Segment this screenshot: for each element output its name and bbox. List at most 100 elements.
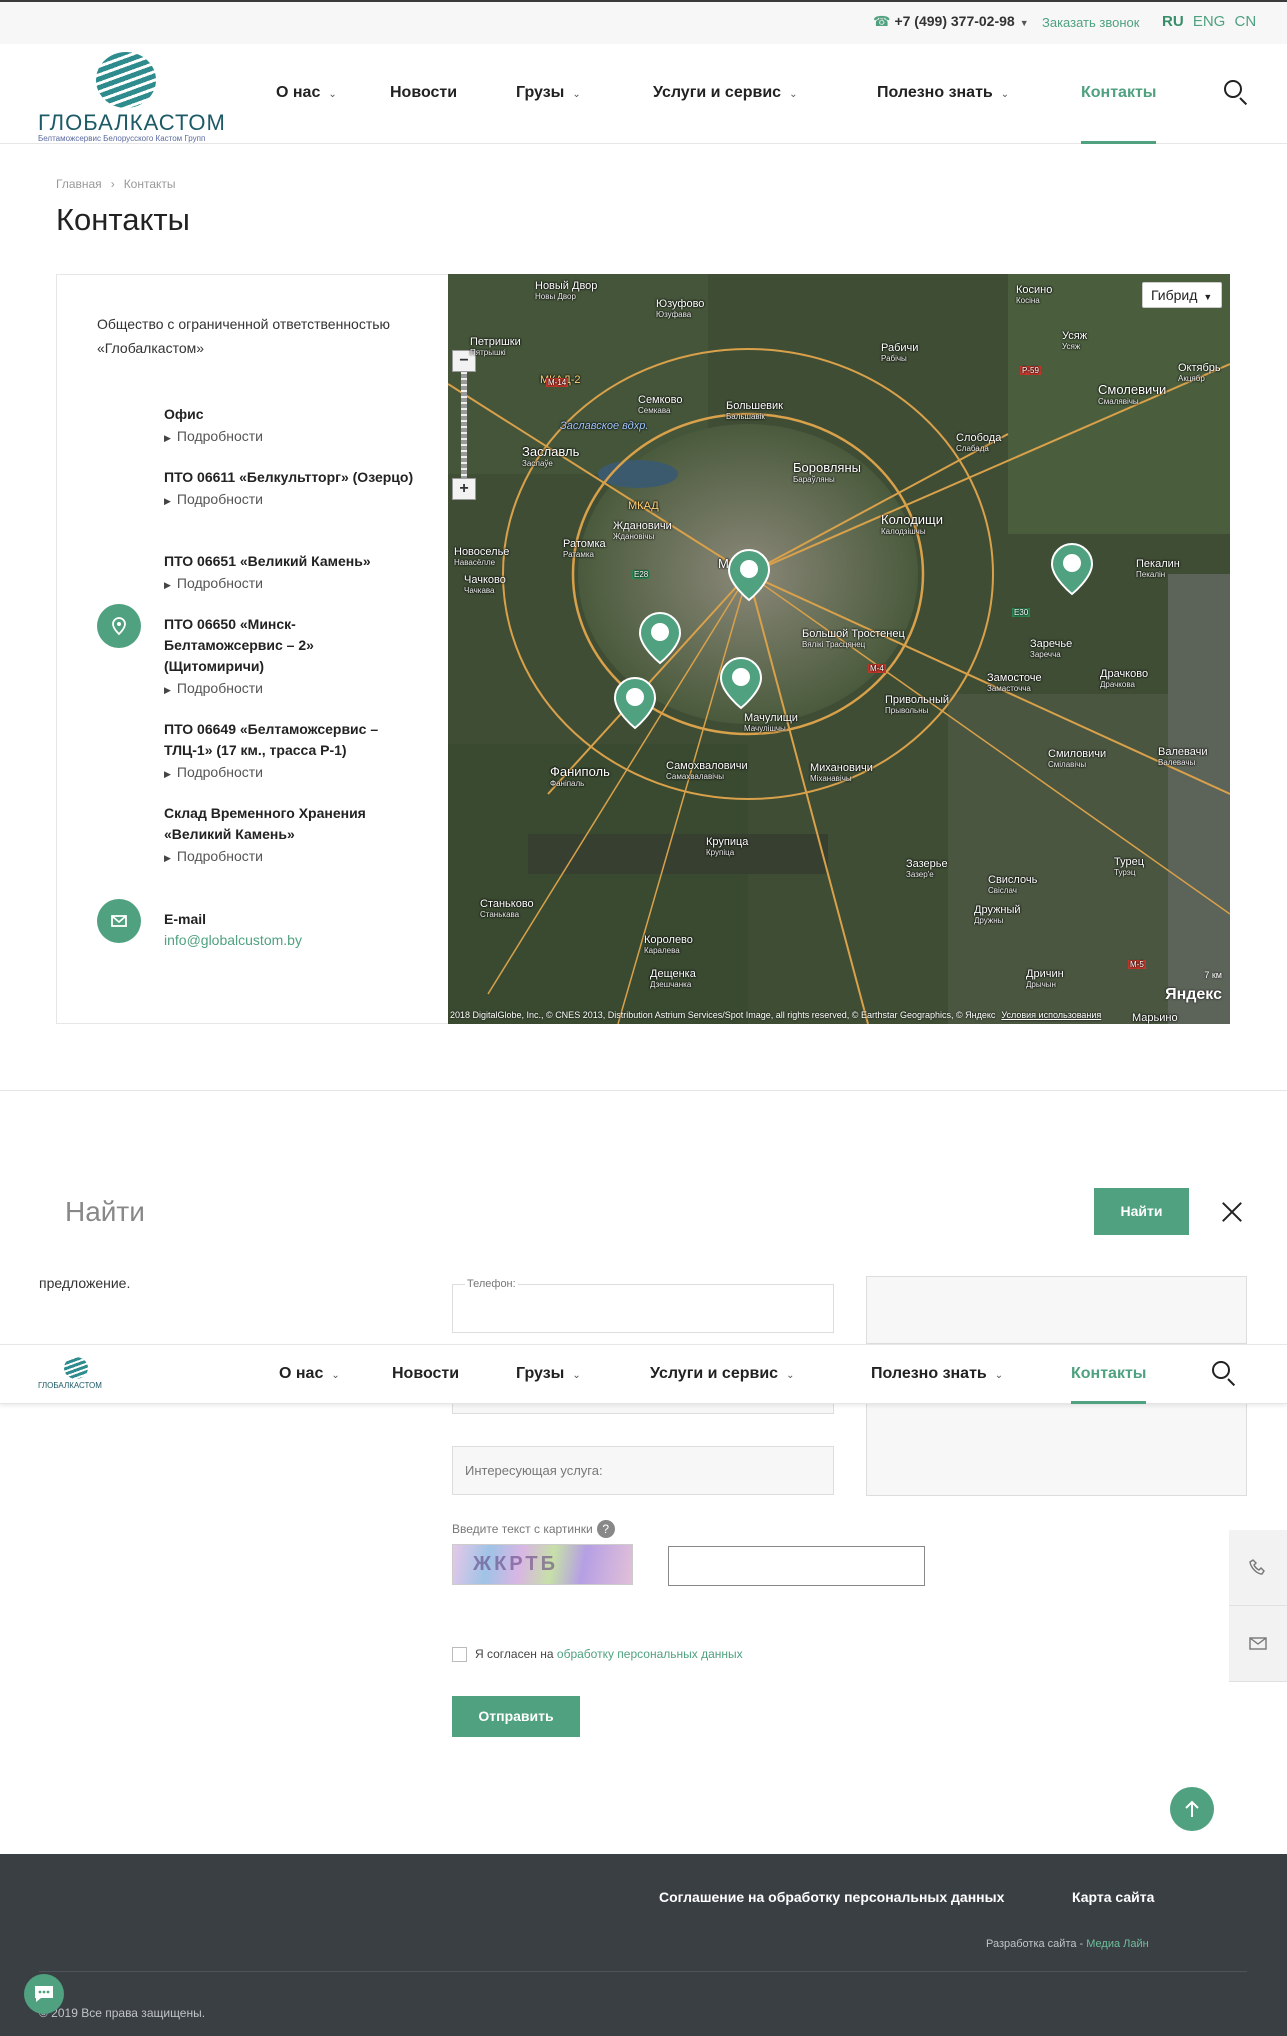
- nav-item-cargo[interactable]: Грузы ⌄: [516, 84, 581, 102]
- map-label: Валевачи Валевачы: [1158, 746, 1208, 767]
- chevron-right-icon: ›: [110, 177, 115, 191]
- map-placemark-icon[interactable]: [638, 611, 682, 665]
- search-input[interactable]: Найти: [65, 1196, 145, 1228]
- footer-divider: [39, 1971, 1247, 1972]
- message-textarea-lower[interactable]: [866, 1404, 1247, 1496]
- consent-link[interactable]: обработку персональных данных: [557, 1647, 743, 1661]
- map-placemark-icon[interactable]: [719, 656, 763, 710]
- sticky-logo[interactable]: ГЛОБАЛКАСТОМ: [38, 1357, 118, 1393]
- chevron-down-icon: ⌄: [786, 1370, 795, 1381]
- footer-agreement-link[interactable]: Соглашение на обработку персональных дан…: [659, 1889, 1004, 1905]
- sticky-header: ГЛОБАЛКАСТОМ О нас ⌄ Новости Грузы ⌄ Услуг…: [0, 1344, 1287, 1404]
- map-placemark-icon[interactable]: [727, 548, 771, 602]
- office-name[interactable]: ПТО 06611 «Белкультторг» (Озерцо): [164, 467, 414, 488]
- callback-widget[interactable]: [1229, 1530, 1287, 1606]
- details-label: Подробности: [176, 764, 263, 780]
- nav-item-label: О нас: [276, 84, 321, 101]
- map-label: Крупица Крупіца: [706, 836, 749, 857]
- search-button[interactable]: [1224, 80, 1250, 106]
- phone-field[interactable]: Телефон:: [452, 1278, 834, 1333]
- map-type-selector[interactable]: Гибрид ▼: [1142, 282, 1222, 308]
- map-label: Пекалин Пекалін: [1136, 558, 1180, 579]
- nav-item-services[interactable]: Услуги и сервис ⌄: [650, 1365, 794, 1383]
- office-item: ПТО 06649 «Белтаможсервис – ТЛЦ-1» (17 к…: [164, 719, 414, 784]
- nav-item-contacts[interactable]: Контакты: [1081, 84, 1156, 102]
- nav-item-about[interactable]: О нас ⌄: [279, 1365, 340, 1383]
- map-label: Дещенка Дзешчанка: [650, 968, 696, 989]
- yandex-logo[interactable]: Яндекс: [1165, 986, 1222, 1004]
- map-terms-link[interactable]: Условия использования: [1001, 1010, 1101, 1020]
- mail-icon: [97, 899, 141, 943]
- triangle-right-icon: ▶: [164, 685, 171, 695]
- search-button[interactable]: [1212, 1361, 1238, 1387]
- submit-button[interactable]: Отправить: [452, 1696, 580, 1737]
- office-details-link[interactable]: ▶ Подробности: [164, 678, 414, 700]
- map-label: Турец Турэц: [1114, 856, 1145, 877]
- zoom-in-button[interactable]: +: [452, 478, 476, 500]
- nav-item-news[interactable]: Новости: [390, 84, 457, 102]
- consent-checkbox[interactable]: [452, 1647, 467, 1663]
- service-field[interactable]: Интересующая услуга:: [452, 1446, 834, 1495]
- nav-item-label: Грузы: [516, 84, 565, 101]
- map-label: Самохваловичи Самахвалавічы: [666, 760, 748, 781]
- office-details-link[interactable]: ▶ Подробности: [164, 846, 414, 868]
- map-label: Драчково Драчкова: [1100, 668, 1149, 689]
- office-details-link[interactable]: ▶ Подробности: [164, 762, 414, 784]
- nav-item-useful[interactable]: Полезно знать ⌄: [871, 1365, 1003, 1383]
- zoom-slider[interactable]: [461, 372, 467, 478]
- chevron-down-icon: ⌄: [572, 89, 581, 100]
- nav-item-cargo[interactable]: Грузы ⌄: [516, 1365, 581, 1383]
- captcha-input[interactable]: [668, 1546, 925, 1586]
- developer-link[interactable]: Медиа Лайн: [1086, 1938, 1148, 1950]
- message-textarea[interactable]: [866, 1276, 1247, 1344]
- chevron-down-icon: ⌄: [572, 1370, 581, 1381]
- nav-item-services[interactable]: Услуги и сервис ⌄: [653, 84, 797, 102]
- message-widget[interactable]: [1229, 1606, 1287, 1682]
- office-name[interactable]: Офис: [164, 404, 414, 425]
- lang-cn[interactable]: CN: [1235, 13, 1257, 30]
- email-field[interactable]: [452, 1404, 834, 1414]
- callback-link[interactable]: Заказать звонок: [1042, 15, 1139, 30]
- yandex-map[interactable]: Гибрид ▼ − + Заславское вдхр. Новый Двор Н…: [448, 274, 1230, 1024]
- map-label: Зазерье Зазер'е: [906, 858, 948, 879]
- road-label: Е30: [1012, 608, 1031, 617]
- map-label: Заславское вдхр.: [560, 420, 649, 432]
- email-link[interactable]: info@globalcustom.by: [164, 930, 302, 950]
- details-label: Подробности: [176, 575, 263, 591]
- map-placemark-icon[interactable]: [1050, 542, 1094, 596]
- nav-item-useful[interactable]: Полезно знать ⌄: [877, 84, 1009, 102]
- phone-number: +7 (499) 377-02-98: [894, 13, 1015, 29]
- chevron-down-icon: ⌄: [331, 1370, 340, 1381]
- footer-sitemap-link[interactable]: Карта сайта: [1072, 1889, 1154, 1905]
- office-details-link[interactable]: ▶ Подробности: [164, 573, 414, 595]
- nav-item-contacts[interactable]: Контакты: [1071, 1365, 1146, 1383]
- close-icon[interactable]: [1222, 1202, 1242, 1222]
- captcha-image[interactable]: ЖКРТБ: [452, 1544, 633, 1585]
- lang-ru[interactable]: RU: [1162, 13, 1184, 30]
- map-label: Косино Косіна: [1016, 284, 1053, 305]
- lang-eng[interactable]: ENG: [1193, 13, 1226, 30]
- map-label: Ратомка Ратамка: [563, 538, 606, 559]
- office-name[interactable]: ПТО 06651 «Великий Камень»: [164, 551, 414, 572]
- search-submit-button[interactable]: Найти: [1094, 1188, 1189, 1235]
- map-label: Смолевичи Смалявічы: [1098, 382, 1167, 406]
- scroll-to-top-button[interactable]: [1170, 1787, 1214, 1831]
- office-name[interactable]: ПТО 06649 «Белтаможсервис – ТЛЦ-1» (17 к…: [164, 719, 414, 761]
- nav-item-news[interactable]: Новости: [392, 1365, 459, 1383]
- office-details-link[interactable]: ▶ Подробности: [164, 426, 414, 448]
- map-label: Свислочь Свіслач: [988, 874, 1038, 895]
- help-icon[interactable]: ?: [596, 1520, 615, 1538]
- office-item: Склад Временного Хранения «Великий Камен…: [164, 803, 414, 868]
- phone-field-label: Телефон:: [465, 1278, 518, 1290]
- nav-item-about[interactable]: О нас ⌄: [276, 84, 337, 102]
- office-item: ПТО 06611 «Белкультторг» (Озерцо) ▶ Подро…: [164, 467, 414, 511]
- breadcrumb-home[interactable]: Главная: [56, 177, 102, 191]
- office-name[interactable]: Склад Временного Хранения «Великий Камен…: [164, 803, 414, 845]
- map-placemark-icon[interactable]: [613, 676, 657, 730]
- header-phone[interactable]: ☎ +7 (499) 377-02-98 ▼: [873, 13, 1029, 30]
- map-label: Боровляны Бараўляны: [793, 460, 861, 484]
- office-details-link[interactable]: ▶ Подробности: [164, 489, 414, 511]
- mail-icon: [1249, 1637, 1267, 1650]
- chat-widget-button[interactable]: [24, 1974, 64, 2014]
- office-name[interactable]: ПТО 06650 «Минск-Белтаможсервис – 2» (Щи…: [164, 614, 414, 677]
